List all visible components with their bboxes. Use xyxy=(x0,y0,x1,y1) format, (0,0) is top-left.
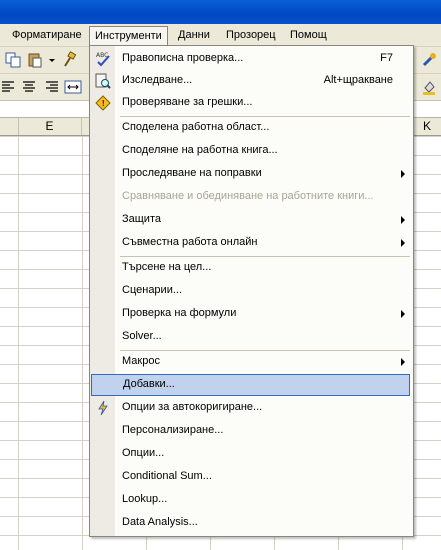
column-header-prev[interactable] xyxy=(0,118,19,135)
menu-item-options[interactable]: Опции... xyxy=(90,443,413,465)
menu-item-goal-seek[interactable]: Търсене на цел... xyxy=(90,257,413,279)
tools-menu-dropdown: ABC Правописна проверка... F7 Изследване… xyxy=(89,45,414,537)
submenu-arrow-icon xyxy=(401,216,405,224)
menu-item-track-changes[interactable]: Проследяване на поправки xyxy=(90,163,413,185)
submenu-arrow-icon xyxy=(401,358,405,366)
menu-item-solver[interactable]: Solver... xyxy=(90,326,413,348)
menu-window[interactable]: Прозорец xyxy=(221,27,281,44)
menu-item-conditional-sum[interactable]: Conditional Sum... xyxy=(90,466,413,488)
submenu-arrow-icon xyxy=(401,310,405,318)
column-header-e[interactable]: E xyxy=(18,118,82,135)
svg-text:!: ! xyxy=(102,99,106,108)
format-painter-icon[interactable] xyxy=(60,51,78,69)
menu-item-lookup[interactable]: Lookup... xyxy=(90,489,413,511)
menu-item-formula-auditing[interactable]: Проверка на формули xyxy=(90,303,413,325)
title-bar xyxy=(0,0,441,24)
menu-item-macro[interactable]: Макрос xyxy=(90,351,413,373)
align-left-icon[interactable] xyxy=(0,78,18,96)
menu-data[interactable]: Данни xyxy=(173,27,215,44)
column-header-k[interactable]: K xyxy=(413,118,441,135)
copy-icon[interactable] xyxy=(4,51,22,69)
align-center-icon[interactable] xyxy=(20,78,38,96)
menu-item-add-ins[interactable]: Добавки... xyxy=(91,374,410,396)
menu-item-autocorrect-options[interactable]: Опции за автокоригиране... xyxy=(90,397,413,419)
menu-tools[interactable]: Инструменти xyxy=(89,26,168,46)
spellcheck-icon: ABC xyxy=(96,52,110,67)
menu-item-shared-workspace[interactable]: Споделена работна област... xyxy=(90,117,413,139)
merge-center-icon[interactable] xyxy=(64,78,82,96)
fill-color-icon[interactable] xyxy=(420,78,438,96)
menu-help[interactable]: Помощ xyxy=(285,27,332,44)
submenu-arrow-icon xyxy=(401,170,405,178)
menu-item-share-workbook[interactable]: Споделяне на работна книга... xyxy=(90,140,413,162)
tools-icon[interactable] xyxy=(420,51,438,69)
menu-item-customize[interactable]: Персонализиране... xyxy=(90,420,413,442)
research-icon xyxy=(95,73,111,89)
menu-item-spelling[interactable]: ABC Правописна проверка... F7 xyxy=(90,48,413,70)
autocorrect-icon xyxy=(98,400,108,416)
error-check-icon: ! xyxy=(95,95,111,111)
menu-item-protection[interactable]: Защита xyxy=(90,209,413,231)
paste-icon[interactable] xyxy=(26,51,44,69)
paste-dropdown-icon[interactable] xyxy=(48,51,56,69)
menu-item-scenarios[interactable]: Сценарии... xyxy=(90,280,413,302)
menu-item-compare-merge: Сравняване и обединяване на работните кн… xyxy=(122,190,374,202)
menu-item-research[interactable]: Изследване... Alt+щракване xyxy=(90,70,413,92)
menu-format[interactable]: Форматиране xyxy=(7,27,87,44)
submenu-arrow-icon xyxy=(401,239,405,247)
menu-bar: Форматиране Инструменти Данни Прозорец П… xyxy=(0,24,441,47)
align-right-icon[interactable] xyxy=(42,78,60,96)
menu-item-error-checking[interactable]: ! Проверяване за грешки... xyxy=(90,92,413,114)
menu-item-online-collaboration[interactable]: Съвместна работа онлайн xyxy=(90,232,413,254)
menu-item-data-analysis[interactable]: Data Analysis... xyxy=(90,512,413,534)
